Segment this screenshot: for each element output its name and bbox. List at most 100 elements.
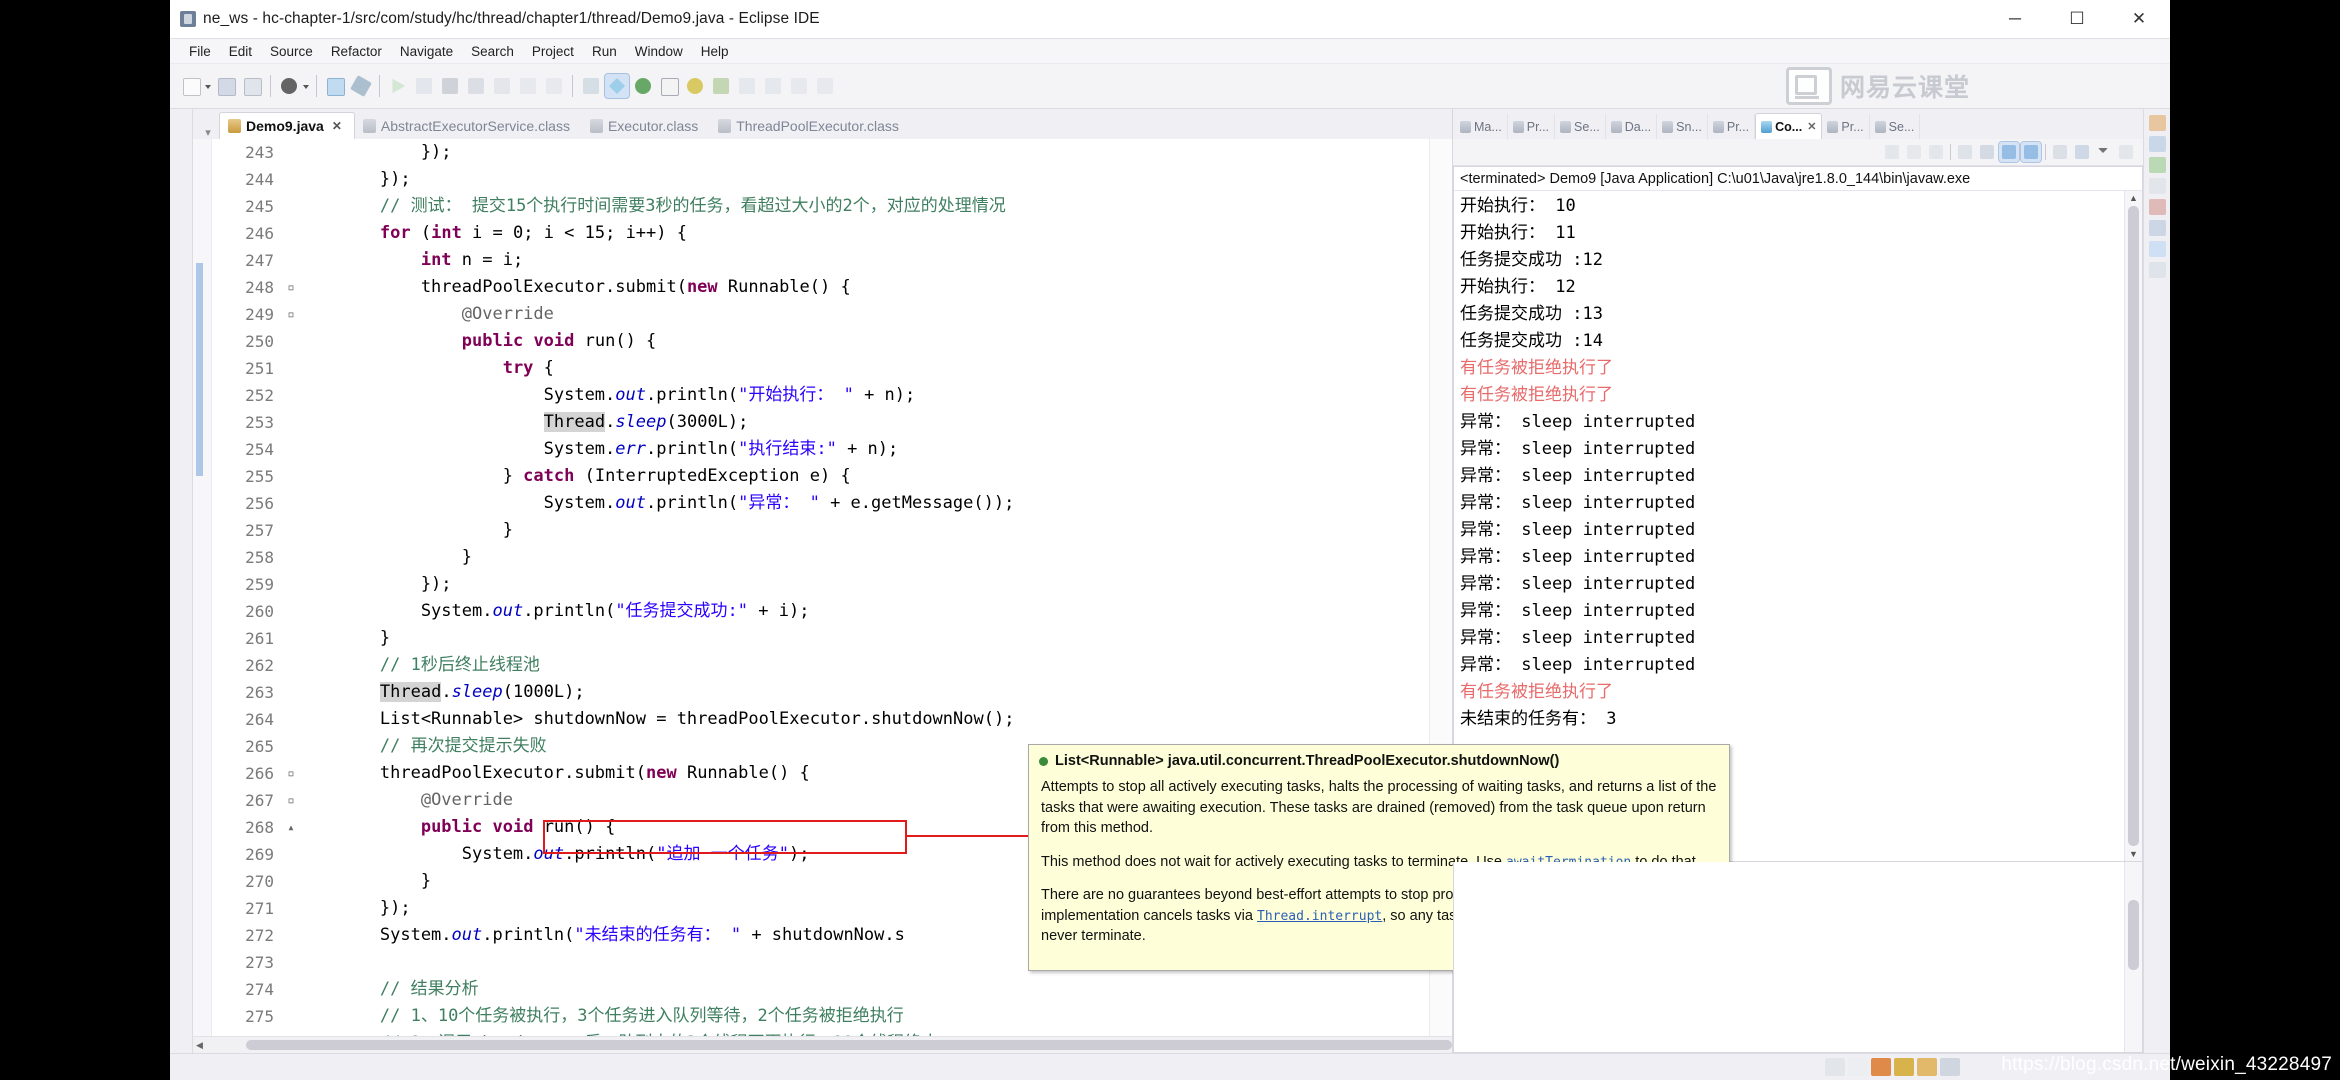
type-hierarchy-icon[interactable] [2148,157,2166,173]
menu-item-search[interactable]: Search [462,42,523,61]
maximize-button[interactable]: ☐ [2046,0,2108,38]
menu-item-run[interactable]: Run [583,42,626,61]
step-return-button[interactable] [490,74,514,98]
new-dropdown-caret-icon[interactable] [204,74,213,98]
run-button[interactable] [386,74,410,98]
fold-marker[interactable] [284,625,298,652]
fold-marker[interactable] [284,247,298,274]
close-icon[interactable]: ✕ [1807,120,1816,133]
servers-view-icon[interactable] [2148,220,2166,236]
problems-view-icon[interactable] [2148,262,2166,278]
run-as-button[interactable] [323,74,347,98]
last-edit-location-button[interactable] [787,74,811,98]
fold-marker[interactable] [284,409,298,436]
save-button[interactable] [214,74,238,98]
secondary-console-panel[interactable] [1453,862,2143,1053]
editor-hscroll-thumb[interactable] [245,1040,1452,1050]
debug-dropdown-caret-icon[interactable] [302,74,311,98]
fold-marker[interactable] [284,544,298,571]
back-button[interactable] [813,74,837,98]
fold-marker[interactable] [284,706,298,733]
editor-tab-scroll-icon[interactable]: ▾ [197,126,219,139]
scroll-lock-button[interactable] [1904,142,1924,162]
fold-marker[interactable] [284,841,298,868]
fold-marker[interactable] [284,571,298,598]
view-tab-search[interactable]: Se... [1870,114,1921,139]
menu-item-refactor[interactable]: Refactor [322,42,391,61]
fold-marker[interactable] [284,355,298,382]
view-tab-properties[interactable]: Pr... [1508,114,1556,139]
view-tab-problems[interactable]: Pr... [1708,114,1756,139]
pin-console-button[interactable] [1926,142,1946,162]
fold-marker[interactable] [284,490,298,517]
search-button[interactable] [709,74,733,98]
secondary-scrollbar[interactable] [2124,862,2142,1052]
new-java-project-button[interactable] [604,73,630,99]
minimize-view-button[interactable] [2050,142,2070,162]
fold-marker[interactable]: ▫ [284,301,298,328]
view-menu-chevron-down-icon[interactable] [2094,142,2114,162]
disconnect-button[interactable] [542,74,566,98]
view-tab-progress[interactable]: Pr... [1822,114,1870,139]
fold-marker[interactable] [284,517,298,544]
left-fast-view-bar[interactable] [170,109,193,1053]
junit-icon[interactable] [2148,199,2166,215]
fold-marker[interactable]: ▫ [284,274,298,301]
view-tab-data-source-explorer[interactable]: Da... [1606,114,1658,139]
scroll-left-icon[interactable]: ◀ [193,1040,206,1051]
coverage-button[interactable] [579,74,603,98]
task-list-icon[interactable] [2148,178,2166,194]
scroll-up-icon[interactable]: ▲ [2129,193,2138,203]
scroll-down-icon[interactable]: ▼ [2129,849,2138,859]
fold-marker[interactable] [284,598,298,625]
fold-marker[interactable] [284,868,298,895]
package-explorer-icon[interactable] [2148,115,2166,131]
secondary-scroll-thumb[interactable] [2128,900,2139,970]
open-console-button[interactable] [1977,142,1997,162]
terminate-button[interactable] [438,74,462,98]
fold-marker[interactable] [284,166,298,193]
close-icon[interactable]: ✕ [332,119,342,133]
fold-marker[interactable] [284,193,298,220]
console-vertical-scrollbar[interactable]: ▲ ▼ [2124,191,2142,861]
thread-interrupt-link[interactable]: Thread.interrupt [1257,909,1382,924]
menu-item-edit[interactable]: Edit [220,42,261,61]
fold-marker[interactable]: ▴ [284,814,298,841]
step-over-button[interactable] [412,74,436,98]
fold-marker[interactable] [284,895,298,922]
show-console-on-output-button[interactable] [2020,141,2042,163]
menu-item-help[interactable]: Help [692,42,738,61]
fold-marker[interactable] [284,463,298,490]
word-wrap-button[interactable] [1998,141,2020,163]
fold-marker[interactable] [284,328,298,355]
new-package-button[interactable] [631,74,655,98]
fold-marker[interactable]: ▫ [284,787,298,814]
fold-marker[interactable] [284,733,298,760]
previous-annotation-button[interactable] [761,74,785,98]
editor-tab-threadpoolexecutor[interactable]: ThreadPoolExecutor.class [710,113,911,139]
menu-item-source[interactable]: Source [261,42,322,61]
menu-item-window[interactable]: Window [626,42,692,61]
next-annotation-button[interactable] [735,74,759,98]
outline-icon[interactable] [2148,136,2166,152]
clear-console-button[interactable] [1882,142,1902,162]
editor-horizontal-scrollbar[interactable]: ◀ [193,1036,1452,1053]
new-button[interactable] [179,74,203,98]
fold-marker[interactable] [284,382,298,409]
fold-marker[interactable] [284,1003,298,1030]
fold-marker[interactable] [284,436,298,463]
fold-marker[interactable] [284,679,298,706]
menu-item-file[interactable]: File [180,42,220,61]
display-selected-console-button[interactable] [1955,142,1975,162]
external-tools-button[interactable] [349,74,373,98]
menu-item-project[interactable]: Project [523,42,583,61]
print-button[interactable] [240,74,264,98]
right-fast-view-bar[interactable] [2143,109,2170,1053]
new-class-button[interactable] [657,74,681,98]
fold-marker[interactable]: ▫ [284,760,298,787]
fold-marker[interactable] [284,1030,298,1036]
view-tab-snippets[interactable]: Sn... [1657,114,1708,139]
step-into-button[interactable] [464,74,488,98]
fold-marker[interactable] [284,976,298,1003]
new-interface-button[interactable] [683,74,707,98]
